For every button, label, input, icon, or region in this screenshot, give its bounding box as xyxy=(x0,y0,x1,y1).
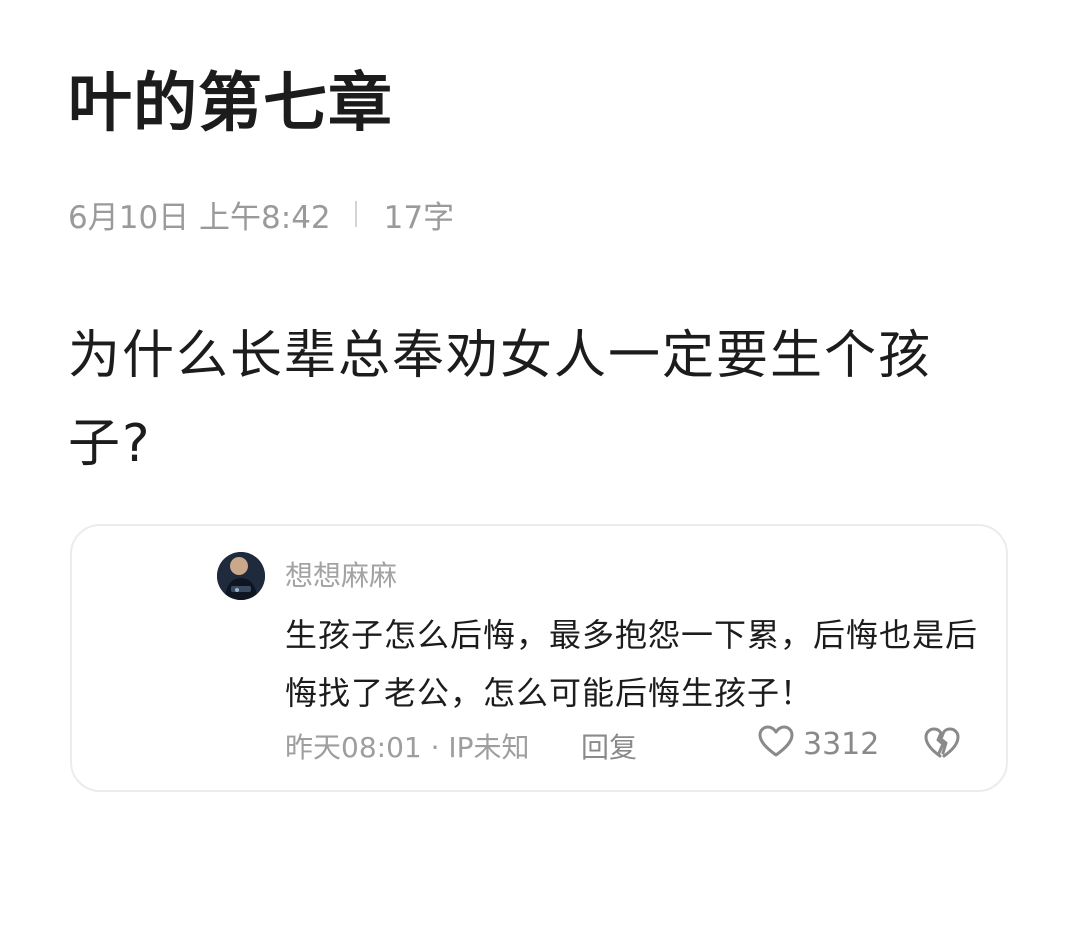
note-page: 叶的第七章 6月10日 上午8:42 17字 为什么长辈总奉劝女人一定要生个孩子… xyxy=(0,0,1080,928)
comment-username[interactable]: 想想麻麻 xyxy=(285,556,397,596)
comment-text: 生孩子怎么后悔，最多抱怨一下累，后悔也是后悔找了老公，怎么可能后悔生孩子！ xyxy=(285,616,979,712)
comment-card[interactable]: 想想麻麻 生孩子怎么后悔，最多抱怨一下累，后悔也是后悔找了老公，怎么可能后悔生孩… xyxy=(70,524,1008,792)
like-count: 3312 xyxy=(803,726,880,762)
comment-footer: 昨天08:01 · IP未知 回复 3312 xyxy=(285,722,975,766)
note-word-count: 17字 xyxy=(383,199,455,236)
comment-timestamp: 昨天08:01 · IP未知 xyxy=(285,731,530,764)
broken-heart-icon[interactable] xyxy=(923,726,961,767)
reply-button[interactable]: 回复 xyxy=(581,726,637,766)
note-date: 6月10日 上午8:42 xyxy=(68,199,331,236)
note-title: 叶的第七章 xyxy=(68,67,393,141)
avatar[interactable] xyxy=(217,552,265,600)
heart-outline-icon xyxy=(757,724,795,765)
note-meta: 6月10日 上午8:42 17字 xyxy=(68,192,454,236)
like-button[interactable]: 3312 xyxy=(757,722,879,766)
meta-divider xyxy=(354,201,357,227)
note-body: 为什么长辈总奉劝女人一定要生个孩子? xyxy=(68,326,933,474)
